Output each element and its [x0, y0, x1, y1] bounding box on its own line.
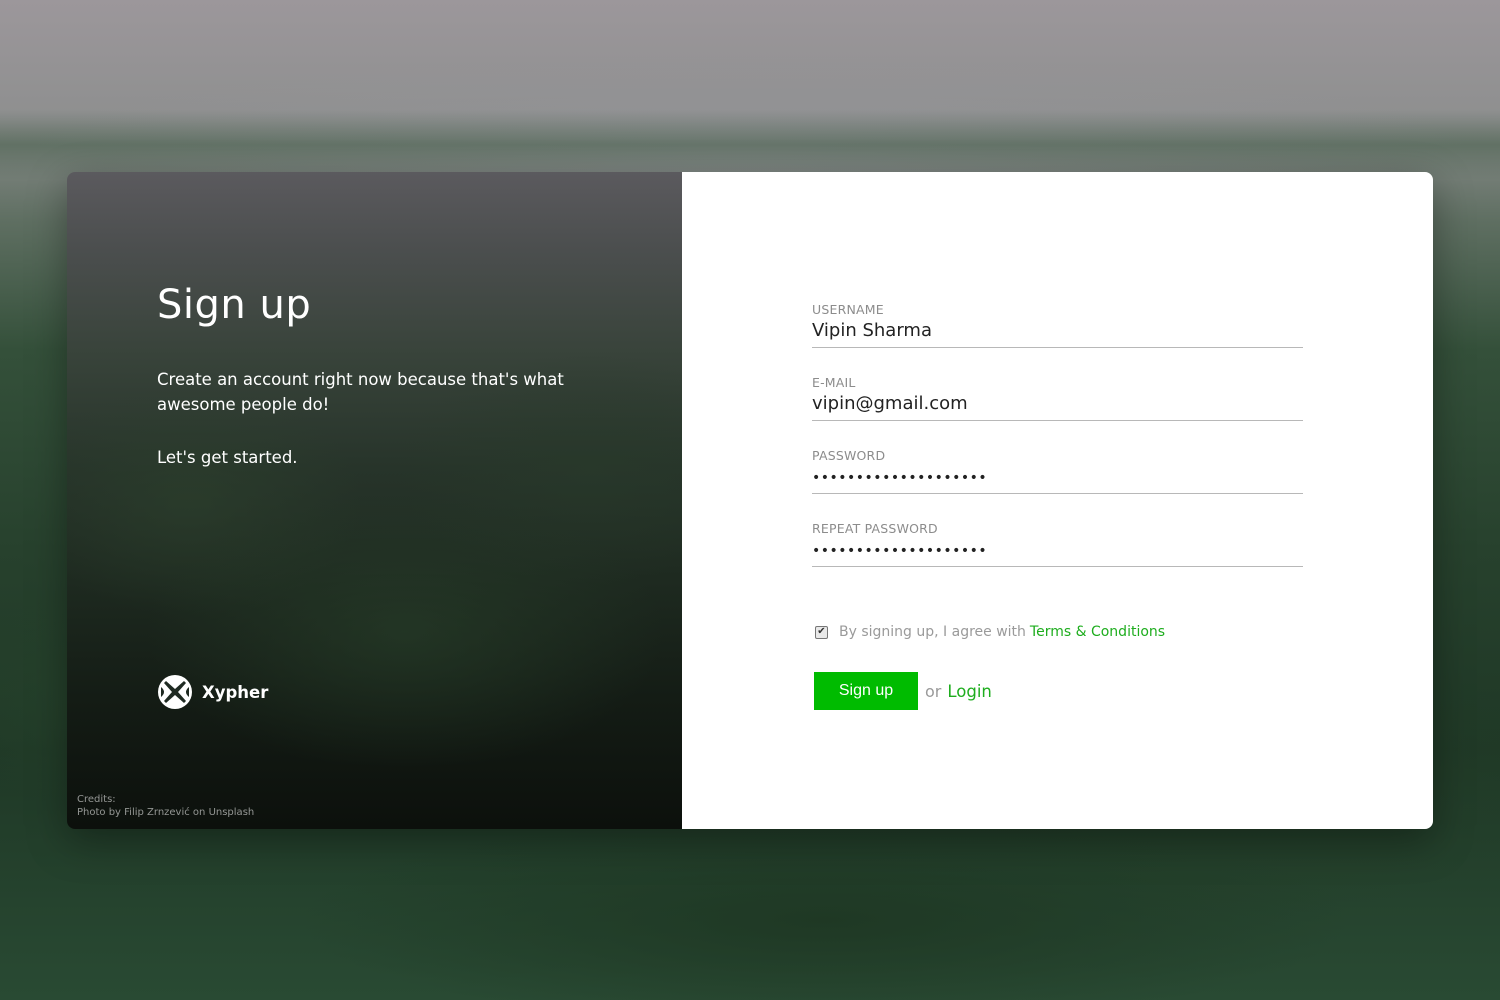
email-label: E-MAIL [812, 375, 856, 390]
form-actions: Sign up or Login [814, 672, 992, 710]
photo-credits: Credits: Photo by Filip Zrnzević on Unsp… [77, 793, 254, 819]
email-input[interactable] [812, 390, 1303, 421]
form-panel: USERNAME E-MAIL PASSWORD REPEAT PASSWORD… [682, 172, 1433, 829]
brand[interactable]: Xypher [157, 674, 268, 710]
repeat-password-field-group: REPEAT PASSWORD [812, 521, 1303, 567]
terms-checkbox[interactable]: ✔ [815, 625, 828, 639]
hero-panel: Sign up Create an account right now beca… [67, 172, 682, 829]
username-input[interactable] [812, 317, 1303, 348]
password-label: PASSWORD [812, 448, 886, 463]
password-field-group: PASSWORD [812, 448, 1303, 494]
credits-label: Credits: [77, 794, 116, 805]
get-started-text: Let's get started. [157, 448, 298, 467]
terms-agreement-text: By signing up, I agree with [839, 624, 1026, 640]
signup-button[interactable]: Sign up [814, 672, 918, 710]
repeat-password-input[interactable] [812, 536, 1303, 567]
username-field-group: USERNAME [812, 302, 1303, 348]
background-treeline [0, 110, 1500, 180]
credits-text: Photo by Filip Zrnzević on Unsplash [77, 807, 255, 818]
terms-agreement: ✔ By signing up, I agree with Terms & Co… [815, 624, 1165, 640]
xypher-logo-icon [158, 675, 192, 709]
password-input[interactable] [812, 463, 1303, 494]
brand-name: Xypher [202, 682, 269, 702]
login-link[interactable]: Login [947, 682, 992, 701]
terms-link[interactable]: Terms & Conditions [1030, 624, 1165, 640]
signup-card: Sign up Create an account right now beca… [67, 172, 1433, 829]
repeat-password-label: REPEAT PASSWORD [812, 521, 938, 536]
or-separator: or [925, 681, 942, 701]
email-field-group: E-MAIL [812, 375, 1303, 421]
page-title: Sign up [157, 282, 312, 328]
intro-text: Create an account right now because that… [157, 370, 564, 414]
username-label: USERNAME [812, 302, 884, 317]
